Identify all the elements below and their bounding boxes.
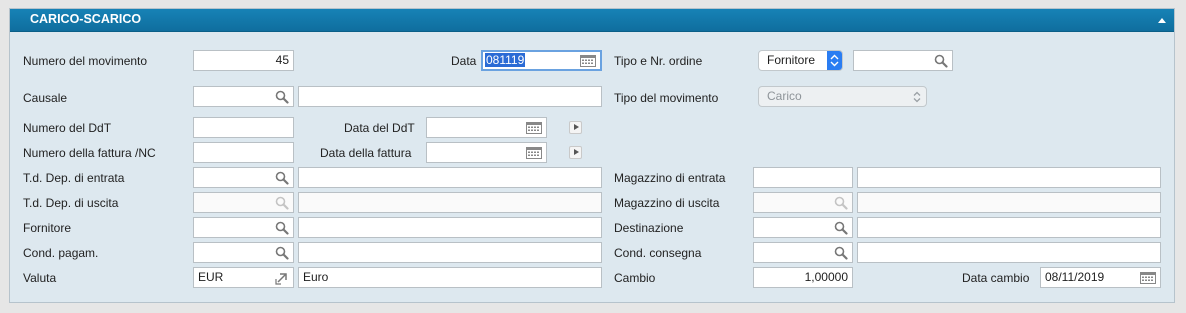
causale-code-input[interactable] bbox=[193, 86, 294, 107]
valuta-desc-input[interactable]: Euro bbox=[298, 267, 602, 288]
data-cambio-label: Data cambio bbox=[962, 271, 1030, 285]
cond-pagam-label: Cond. pagam. bbox=[23, 246, 99, 260]
tipo-ordine-select[interactable]: Fornitore bbox=[758, 50, 843, 71]
cambio-input[interactable]: 1,00000 bbox=[753, 267, 853, 288]
data-value: 081119 bbox=[485, 53, 526, 67]
numero-ddt-label: Numero del DdT bbox=[23, 121, 112, 135]
search-icon[interactable] bbox=[275, 221, 289, 235]
causale-desc-input[interactable] bbox=[298, 86, 602, 107]
collapse-icon[interactable] bbox=[1158, 18, 1166, 23]
data-ddt-input[interactable] bbox=[426, 117, 547, 138]
calendar-icon[interactable] bbox=[1140, 272, 1156, 284]
magazzino-entrata-code-input[interactable] bbox=[753, 167, 853, 188]
cond-consegna-label: Cond. consegna bbox=[614, 246, 702, 260]
calendar-icon[interactable] bbox=[526, 122, 542, 134]
data-cambio-value: 08/11/2019 bbox=[1045, 270, 1105, 284]
tipo-ordine-select-value: Fornitore bbox=[767, 53, 816, 67]
search-icon[interactable] bbox=[834, 221, 848, 235]
td-uscita-desc-input[interactable] bbox=[298, 192, 602, 213]
magazzino-uscita-code-input[interactable] bbox=[753, 192, 853, 213]
magazzino-entrata-desc-input[interactable] bbox=[857, 167, 1161, 188]
numero-ordine-input[interactable] bbox=[853, 50, 953, 71]
search-icon bbox=[275, 196, 289, 210]
chevron-updown-icon bbox=[913, 91, 921, 103]
td-uscita-code-input[interactable] bbox=[193, 192, 294, 213]
destinazione-desc-input[interactable] bbox=[857, 217, 1161, 238]
data-label: Data bbox=[451, 54, 477, 68]
search-icon[interactable] bbox=[934, 54, 948, 68]
panel-title: CARICO-SCARICO bbox=[30, 12, 142, 26]
panel-header: CARICO-SCARICO bbox=[10, 9, 1174, 32]
numero-ddt-input[interactable] bbox=[193, 117, 294, 138]
cambio-label: Cambio bbox=[614, 271, 656, 285]
destinazione-label: Destinazione bbox=[614, 221, 684, 235]
causale-label: Causale bbox=[23, 91, 68, 105]
magazzino-entrata-label: Magazzino di entrata bbox=[614, 171, 726, 185]
data-fattura-label: Data della fattura bbox=[320, 146, 412, 160]
td-entrata-label: T.d. Dep. di entrata bbox=[23, 171, 125, 185]
td-entrata-desc-input[interactable] bbox=[298, 167, 602, 188]
tipo-movimento-select[interactable]: Carico bbox=[758, 86, 927, 107]
search-icon[interactable] bbox=[834, 246, 848, 260]
cond-pagam-code-input[interactable] bbox=[193, 242, 294, 263]
data-cambio-input[interactable]: 08/11/2019 bbox=[1040, 267, 1161, 288]
numero-movimento-input[interactable]: 45 bbox=[193, 50, 294, 71]
search-icon[interactable] bbox=[275, 171, 289, 185]
magazzino-uscita-desc-input[interactable] bbox=[857, 192, 1161, 213]
fornitore-code-input[interactable] bbox=[193, 217, 294, 238]
valuta-code-input[interactable]: EUR bbox=[193, 267, 294, 288]
destinazione-code-input[interactable] bbox=[753, 217, 853, 238]
select-stepper-icon bbox=[827, 51, 842, 70]
tipo-ordine-label: Tipo e Nr. ordine bbox=[614, 54, 703, 68]
td-uscita-label: T.d. Dep. di uscita bbox=[23, 196, 119, 210]
cond-consegna-code-input[interactable] bbox=[753, 242, 853, 263]
numero-fattura-input[interactable] bbox=[193, 142, 294, 163]
calendar-icon[interactable] bbox=[526, 147, 542, 159]
numero-fattura-label: Numero della fattura /NC bbox=[23, 146, 156, 160]
data-input[interactable]: 081119 bbox=[481, 50, 602, 71]
data-fattura-input[interactable] bbox=[426, 142, 547, 163]
tipo-movimento-select-value: Carico bbox=[767, 89, 802, 103]
cond-consegna-desc-input[interactable] bbox=[857, 242, 1161, 263]
data-ddt-label: Data del DdT bbox=[344, 121, 415, 135]
numero-movimento-label: Numero del movimento bbox=[23, 54, 148, 68]
cond-pagam-desc-input[interactable] bbox=[298, 242, 602, 263]
valuta-code-value: EUR bbox=[198, 270, 224, 284]
calendar-icon[interactable] bbox=[580, 55, 596, 67]
fornitore-label: Fornitore bbox=[23, 221, 72, 235]
search-icon[interactable] bbox=[275, 246, 289, 260]
valuta-label: Valuta bbox=[23, 271, 57, 285]
magazzino-uscita-label: Magazzino di uscita bbox=[614, 196, 720, 210]
td-entrata-code-input[interactable] bbox=[193, 167, 294, 188]
open-link-icon[interactable] bbox=[275, 271, 289, 285]
data-ddt-arrow-button[interactable] bbox=[569, 121, 582, 134]
search-icon[interactable] bbox=[275, 90, 289, 104]
tipo-movimento-label: Tipo del movimento bbox=[614, 91, 719, 105]
data-fattura-arrow-button[interactable] bbox=[569, 146, 582, 159]
search-icon bbox=[834, 196, 848, 210]
fornitore-desc-input[interactable] bbox=[298, 217, 602, 238]
